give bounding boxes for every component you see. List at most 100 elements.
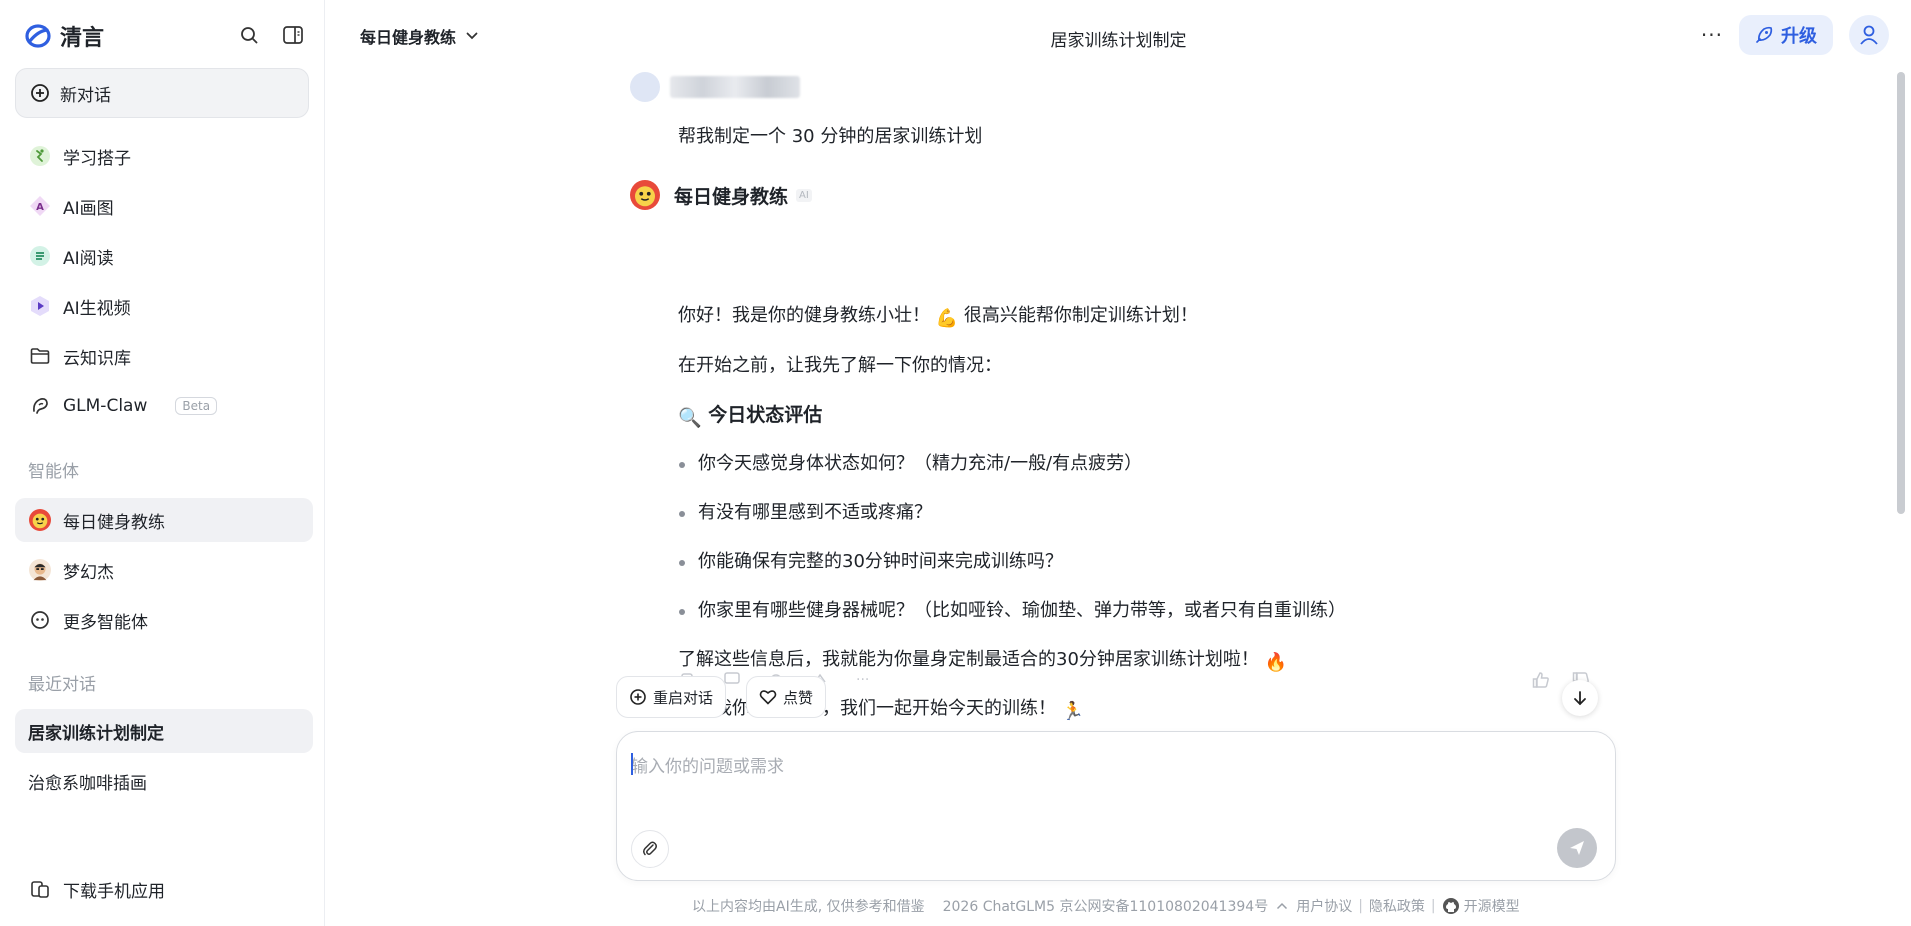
- bot-closing-line: 告诉我你的情况吧，我们一起开始今天的训练！ 🏃: [678, 697, 1084, 724]
- sidebar-item-ai-video[interactable]: AI生视频: [15, 284, 315, 328]
- privacy-link[interactable]: 隐私政策: [1369, 896, 1425, 916]
- sidebar-item-label: AI阅读: [63, 248, 114, 269]
- ai-video-icon: [29, 295, 51, 317]
- running-emoji: 🏃: [1061, 701, 1085, 722]
- folder-icon: [29, 345, 51, 367]
- brand-name: 清言: [60, 26, 105, 51]
- fitness-coach-avatar: [630, 180, 660, 210]
- list-item: 你家里有哪些健身器械呢？（比如哑铃、瑜伽垫、弹力带等，或者只有自重训练）: [678, 599, 1346, 623]
- arrow-down-icon: [1574, 691, 1586, 706]
- recent-section-label: 最近对话: [28, 675, 96, 695]
- ai-tag: AI: [796, 188, 812, 202]
- scrollbar[interactable]: [1897, 72, 1905, 514]
- recent-chat-item[interactable]: 居家训练计划制定: [15, 709, 313, 753]
- restart-chat-button[interactable]: 重启对话: [616, 676, 727, 718]
- sidebar-agent-fitness-coach[interactable]: 每日健身教练: [15, 498, 313, 542]
- agents-section-label: 智能体: [28, 462, 79, 482]
- bot-message-header: 每日健身教练 AI: [630, 180, 812, 210]
- user-message-header: [630, 72, 800, 102]
- new-chat-label: 新对话: [60, 85, 111, 106]
- section-heading: 🔍 今日状态评估: [678, 403, 822, 430]
- list-item: 你能确保有完整的30分钟时间来完成训练吗？: [678, 550, 1063, 574]
- bot-intro-after: 很高兴能帮你制定训练计划！: [963, 305, 1198, 326]
- sidebar-item-label: 学习搭子: [63, 148, 131, 169]
- bot-after: 了解这些信息后，我就能为你量身定制最适合的30分钟居家训练计划啦！: [678, 649, 1259, 670]
- sidebar-item-label: 更多智能体: [63, 612, 148, 633]
- text-caret: [631, 753, 633, 775]
- dream-jie-avatar: [29, 559, 51, 581]
- sidebar-item-ai-draw[interactable]: A AI画图: [15, 184, 315, 228]
- attach-button[interactable]: [631, 830, 669, 868]
- fire-emoji: 🔥: [1264, 652, 1288, 673]
- github-icon: [1442, 898, 1459, 914]
- new-chat-button[interactable]: 新对话: [15, 68, 309, 118]
- sidebar-toggle-icon[interactable]: [282, 24, 304, 46]
- ai-read-icon: [29, 245, 51, 267]
- sidebar-item-ai-read[interactable]: AI阅读: [15, 234, 315, 278]
- send-icon: [1570, 841, 1584, 855]
- chevron-up-icon[interactable]: [1276, 902, 1288, 910]
- upgrade-label: 升级: [1781, 26, 1817, 47]
- sidebar-item-label: 云知识库: [63, 348, 131, 369]
- sidebar-item-label: 梦幻杰: [63, 562, 114, 583]
- divider: |: [1358, 898, 1363, 914]
- heart-icon: [759, 690, 777, 705]
- sidebar-item-label: AI生视频: [63, 298, 131, 319]
- scroll-to-bottom-button[interactable]: [1562, 680, 1598, 716]
- paperclip-icon: [643, 841, 657, 856]
- sidebar-item-knowledge-base[interactable]: 云知识库: [15, 334, 315, 378]
- more-actions-icon[interactable]: ···: [856, 672, 869, 688]
- list-item: 你今天感觉身体状态如何？（精力充沛/一般/有点疲劳）: [678, 452, 1142, 476]
- message-composer: [616, 731, 1616, 881]
- sidebar-item-study-buddy[interactable]: 学习搭子: [15, 134, 315, 178]
- app-root: 清言 新对话 学习搭子 A AI画图 AI阅读 AI生视频 云知识库 GLM-C…: [0, 0, 1911, 926]
- send-button[interactable]: [1557, 828, 1597, 868]
- terms-link[interactable]: 用户协议: [1296, 896, 1352, 916]
- open-source-link[interactable]: 开源模型: [1464, 896, 1520, 916]
- sidebar-item-label: GLM-Claw: [63, 396, 148, 416]
- user-avatar: [630, 72, 660, 102]
- recent-chat-label: 居家训练计划制定: [28, 723, 164, 744]
- header-actions: ··· 升级: [1701, 15, 1889, 55]
- recent-chat-label: 治愈系咖啡插画: [28, 773, 147, 794]
- footer: 以上内容均由AI生成, 仅供参考和借鉴 2026 ChatGLM5 京公网安备1…: [692, 896, 1520, 916]
- sidebar-item-label: 每日健身教练: [63, 512, 165, 533]
- message-input[interactable]: [631, 752, 1591, 812]
- ai-disclaimer: 以上内容均由AI生成, 仅供参考和借鉴: [692, 899, 925, 915]
- more-options-button[interactable]: ···: [1701, 23, 1723, 47]
- ai-draw-icon: A: [29, 195, 51, 217]
- recent-chat-item[interactable]: 治愈系咖啡插画: [15, 759, 315, 803]
- svg-text:A: A: [36, 202, 44, 213]
- sidebar-agent-dream-jie[interactable]: 梦幻杰: [15, 548, 315, 592]
- markdown-icon[interactable]: [724, 672, 740, 684]
- plus-circle-icon: [630, 689, 646, 705]
- more-agents-icon: [29, 609, 51, 631]
- plus-circle-icon: [31, 84, 49, 102]
- upgrade-button[interactable]: 升级: [1739, 15, 1833, 55]
- like-label: 点赞: [783, 688, 814, 707]
- list-item: 有没有哪里感到不适或疼痛？: [678, 501, 932, 525]
- top-header: 每日健身教练 居家训练计划制定 ··· 升级: [326, 0, 1911, 72]
- icp-number: 2026 ChatGLM5 京公网安备11010802041394号: [942, 899, 1269, 915]
- claw-icon: [29, 395, 51, 417]
- like-button[interactable]: 点赞: [746, 676, 827, 718]
- bot-intro-line: 你好！我是你的健身教练小壮！ 💪 很高兴能帮你制定训练计划！: [678, 304, 1198, 331]
- sidebar-more-agents[interactable]: 更多智能体: [15, 598, 315, 642]
- rocket-icon: [1756, 26, 1773, 43]
- sidebar-item-glm-claw[interactable]: GLM-Claw Beta: [15, 384, 315, 428]
- bot-line-2: 在开始之前，让我先了解一下你的情况：: [678, 355, 1002, 376]
- bot-after-line: 了解这些信息后，我就能为你量身定制最适合的30分钟居家训练计划啦！ 🔥: [678, 648, 1287, 675]
- thumbs-up-icon[interactable]: [1532, 671, 1550, 689]
- download-app-button[interactable]: 下载手机应用: [15, 867, 315, 911]
- brand[interactable]: 清言: [24, 20, 104, 52]
- user-avatar-button[interactable]: [1849, 15, 1889, 55]
- search-icon[interactable]: [238, 24, 260, 46]
- sidebar-tools: [238, 24, 304, 46]
- user-icon: [1860, 25, 1878, 45]
- bot-name: 每日健身教练: [674, 185, 789, 208]
- section-title: 今日状态评估: [708, 404, 823, 426]
- sidebar-item-label: AI画图: [63, 198, 114, 219]
- bot-intro: 你好！我是你的健身教练小壮！: [678, 305, 930, 326]
- study-buddy-icon: [29, 145, 51, 167]
- magnifier-emoji: 🔍: [678, 407, 702, 429]
